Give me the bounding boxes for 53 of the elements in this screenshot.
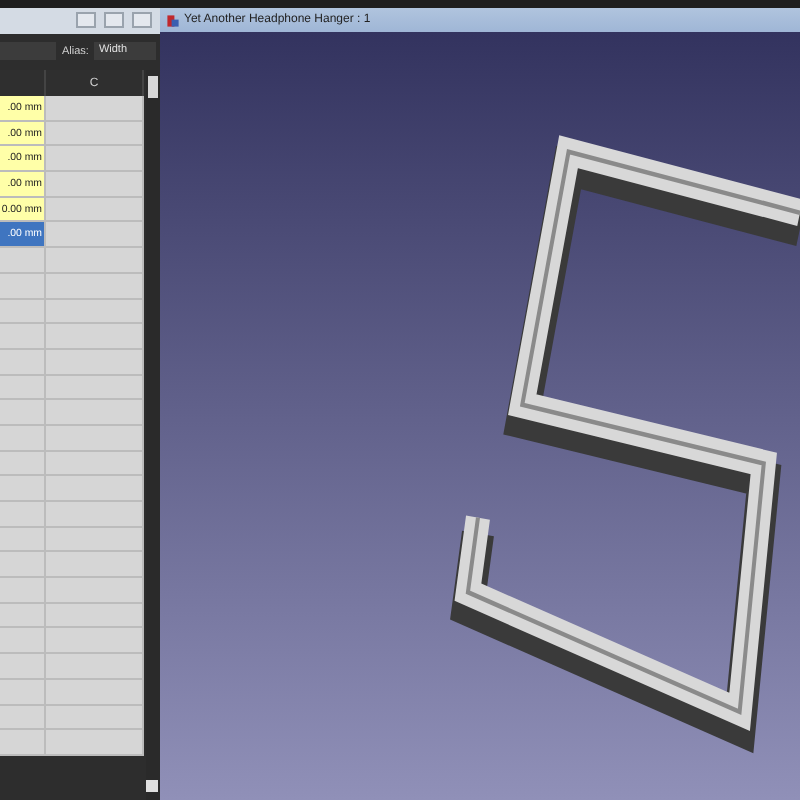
table-cell[interactable] <box>46 425 144 452</box>
table-cell[interactable] <box>0 705 46 731</box>
table-cell[interactable] <box>46 121 144 147</box>
table-cell[interactable] <box>46 679 144 705</box>
table-cell[interactable] <box>0 324 46 350</box>
app-icon <box>166 13 180 27</box>
table-cell[interactable] <box>0 248 46 274</box>
restore-button[interactable] <box>104 12 124 28</box>
table-cell[interactable] <box>46 324 144 350</box>
table-cell[interactable] <box>0 349 46 376</box>
table-cell[interactable] <box>46 273 144 299</box>
table-cell[interactable] <box>0 451 46 477</box>
table-cell[interactable] <box>0 578 46 604</box>
minimize-button[interactable] <box>76 12 96 28</box>
table-cell[interactable] <box>46 375 144 401</box>
table-cell[interactable] <box>46 603 144 629</box>
table-cell[interactable] <box>46 248 144 274</box>
table-cell[interactable] <box>0 375 46 401</box>
table-cell[interactable] <box>46 654 144 680</box>
table-cell[interactable] <box>0 299 46 325</box>
table-cell[interactable] <box>46 552 144 579</box>
table-cell[interactable] <box>0 552 46 579</box>
table-cell[interactable] <box>0 425 46 452</box>
scroll-thumb[interactable] <box>148 76 158 98</box>
table-cell[interactable] <box>46 400 144 426</box>
table-cell[interactable] <box>46 451 144 477</box>
table-cell[interactable] <box>0 730 46 756</box>
table-cell[interactable] <box>0 400 46 426</box>
table-cell[interactable] <box>0 654 46 680</box>
table-cell[interactable] <box>0 527 46 553</box>
table-cell[interactable] <box>46 222 144 249</box>
table-cell[interactable] <box>0 273 46 299</box>
table-cell[interactable] <box>46 172 144 198</box>
table-cell[interactable] <box>46 96 144 122</box>
table-cell[interactable] <box>0 502 46 528</box>
table-cell[interactable] <box>0 476 46 502</box>
table-cell[interactable] <box>46 349 144 376</box>
table-cell[interactable] <box>0 679 46 705</box>
table-cell[interactable] <box>46 628 144 655</box>
table-cell[interactable] <box>46 527 144 553</box>
table-cell[interactable] <box>46 730 144 756</box>
table-cell[interactable] <box>46 197 144 223</box>
table-cell[interactable] <box>46 146 144 173</box>
table-cell[interactable] <box>46 502 144 528</box>
table-cell[interactable] <box>46 476 144 502</box>
table-cell[interactable] <box>46 705 144 731</box>
close-button[interactable] <box>132 12 152 28</box>
table-cell[interactable] <box>0 628 46 655</box>
table-cell[interactable] <box>0 603 46 629</box>
resize-grip[interactable] <box>146 780 158 792</box>
table-cell[interactable] <box>46 299 144 325</box>
3d-viewport[interactable] <box>160 32 800 800</box>
table-cell[interactable] <box>46 578 144 604</box>
